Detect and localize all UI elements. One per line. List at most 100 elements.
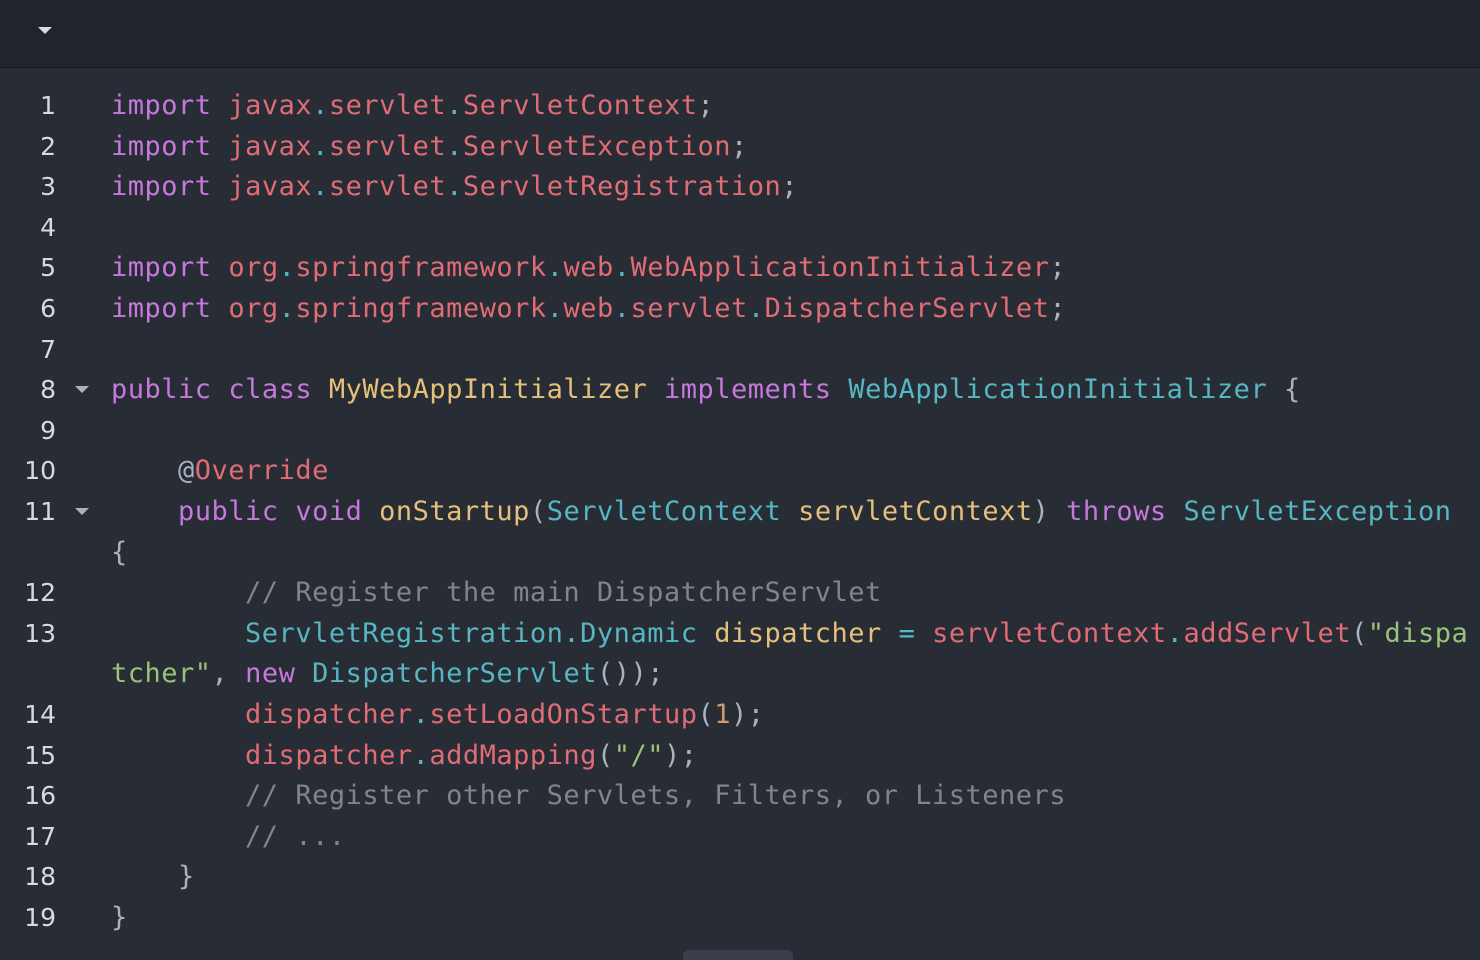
code-token: ServletRegistration <box>245 617 564 649</box>
code-token: DispatcherServlet <box>312 658 597 690</box>
code-token: ServletRegistration <box>462 171 782 203</box>
line-number: 12 <box>24 578 56 608</box>
code-token: dispatcher <box>245 699 413 730</box>
line-number: 15 <box>24 740 56 770</box>
code-line[interactable]: 18 } <box>0 857 1480 897</box>
code-token: web <box>563 293 614 324</box>
code-token: javax <box>228 90 313 121</box>
code-line[interactable]: 2 import javax.servlet.ServletException; <box>0 127 1480 167</box>
code-token: . <box>412 699 430 730</box>
code-token: ServletException <box>462 130 732 162</box>
line-number: 1 <box>40 91 56 120</box>
code-line[interactable]: 3 import javax.servlet.ServletRegistratio… <box>0 167 1480 207</box>
code-token: dispatcher <box>714 617 882 649</box>
code-line[interactable]: 7 <box>0 330 1480 370</box>
code-text: // Register other Servlets, Filters, or … <box>111 776 1066 816</box>
code-token: implements <box>663 374 832 406</box>
code-token: . <box>312 130 329 162</box>
code-token: "/" <box>613 739 664 771</box>
code-line[interactable]: 13 ServletRegistration.Dynamic dispatche… <box>0 614 1480 654</box>
line-number: 10 <box>24 456 56 486</box>
code-token: public <box>111 374 212 406</box>
code-token: // Register the main DispatcherServlet <box>245 577 882 609</box>
line-number: 18 <box>24 862 56 892</box>
code-token: servletContext <box>932 617 1167 649</box>
code-editor[interactable]: 1 import javax.servlet.ServletContext; 2 im… <box>0 68 1480 960</box>
code-token: throws <box>1066 496 1167 527</box>
line-number: 17 <box>24 821 56 851</box>
code-token: springframework <box>295 293 547 324</box>
code-token: . <box>613 293 631 324</box>
code-token: javax <box>228 130 313 162</box>
code-token: ServletContext <box>546 496 782 527</box>
code-token: , <box>211 658 246 690</box>
code-token: @ <box>111 455 195 487</box>
code-line[interactable]: 17 // ... <box>0 817 1480 857</box>
code-line[interactable]: 16 // Register other Servlets, Filters, … <box>0 776 1480 816</box>
code-token: } <box>111 861 195 893</box>
code-line[interactable]: 6 import org.springframework.web.servlet.… <box>0 289 1480 329</box>
code-line[interactable]: 15 dispatcher.addMapping("/"); <box>0 736 1480 776</box>
code-line[interactable]: 12 // Register the main DispatcherServle… <box>0 573 1480 613</box>
code-token: web <box>563 252 614 284</box>
horizontal-scrollbar-thumb[interactable] <box>683 950 793 960</box>
code-line[interactable]: 5 import org.springframework.web.WebAppli… <box>0 248 1480 288</box>
line-number: 6 <box>40 294 56 323</box>
code-token: { <box>111 536 128 568</box>
code-token: . <box>312 90 329 121</box>
line-number: 19 <box>24 903 56 932</box>
code-text: tcher", new DispatcherServlet()); <box>111 654 664 694</box>
code-token: ; <box>731 130 748 162</box>
code-token: // ... <box>245 820 346 852</box>
code-token: ); <box>731 699 765 730</box>
fold-chevron-icon[interactable] <box>75 386 89 394</box>
code-token: ; <box>697 90 715 121</box>
code-text: } <box>111 898 128 938</box>
code-line[interactable]: 10 @Override <box>0 451 1480 491</box>
code-text: public void onStartup(ServletContext ser… <box>111 492 1468 532</box>
code-line[interactable]: 8 public class MyWebAppInitializer implem… <box>0 370 1480 410</box>
code-token: . <box>278 293 296 324</box>
code-line[interactable]: 19} <box>0 898 1480 938</box>
chevron-down-icon[interactable] <box>38 27 52 34</box>
line-number: 3 <box>40 172 56 202</box>
code-text: { <box>111 533 128 573</box>
code-line[interactable]: 4 <box>0 208 1480 248</box>
code-line[interactable]: 14 dispatcher.setLoadOnStartup(1); <box>0 695 1480 735</box>
fold-chevron-icon[interactable] <box>75 508 89 515</box>
code-token: Dynamic <box>580 617 698 649</box>
code-token: ; <box>1049 293 1067 324</box>
code-token: ( <box>596 739 614 771</box>
code-token: . <box>446 171 463 203</box>
editor-toolbar <box>0 0 1480 68</box>
code-text: @Override <box>111 451 329 491</box>
code-token: servlet <box>630 293 748 324</box>
code-token: addMapping <box>429 739 597 771</box>
code-text: ServletRegistration.Dynamic dispatcher =… <box>111 614 1468 654</box>
code-line[interactable]: tcher", new DispatcherServlet()); <box>0 654 1480 694</box>
code-line[interactable]: { <box>0 533 1480 573</box>
code-token: class <box>228 374 313 406</box>
code-line[interactable]: 1 import javax.servlet.ServletContext; <box>0 86 1480 126</box>
code-token: import <box>111 293 212 324</box>
code-line[interactable]: 9 <box>0 411 1480 451</box>
code-token: servlet <box>328 90 447 121</box>
code-token: WebApplicationInitializer <box>848 374 1268 406</box>
code-text: public class MyWebAppInitializer impleme… <box>111 370 1301 410</box>
code-token: ( <box>529 496 547 527</box>
code-line[interactable]: 11 public void onStartup(ServletContext … <box>0 492 1480 532</box>
line-number: 7 <box>40 334 56 364</box>
